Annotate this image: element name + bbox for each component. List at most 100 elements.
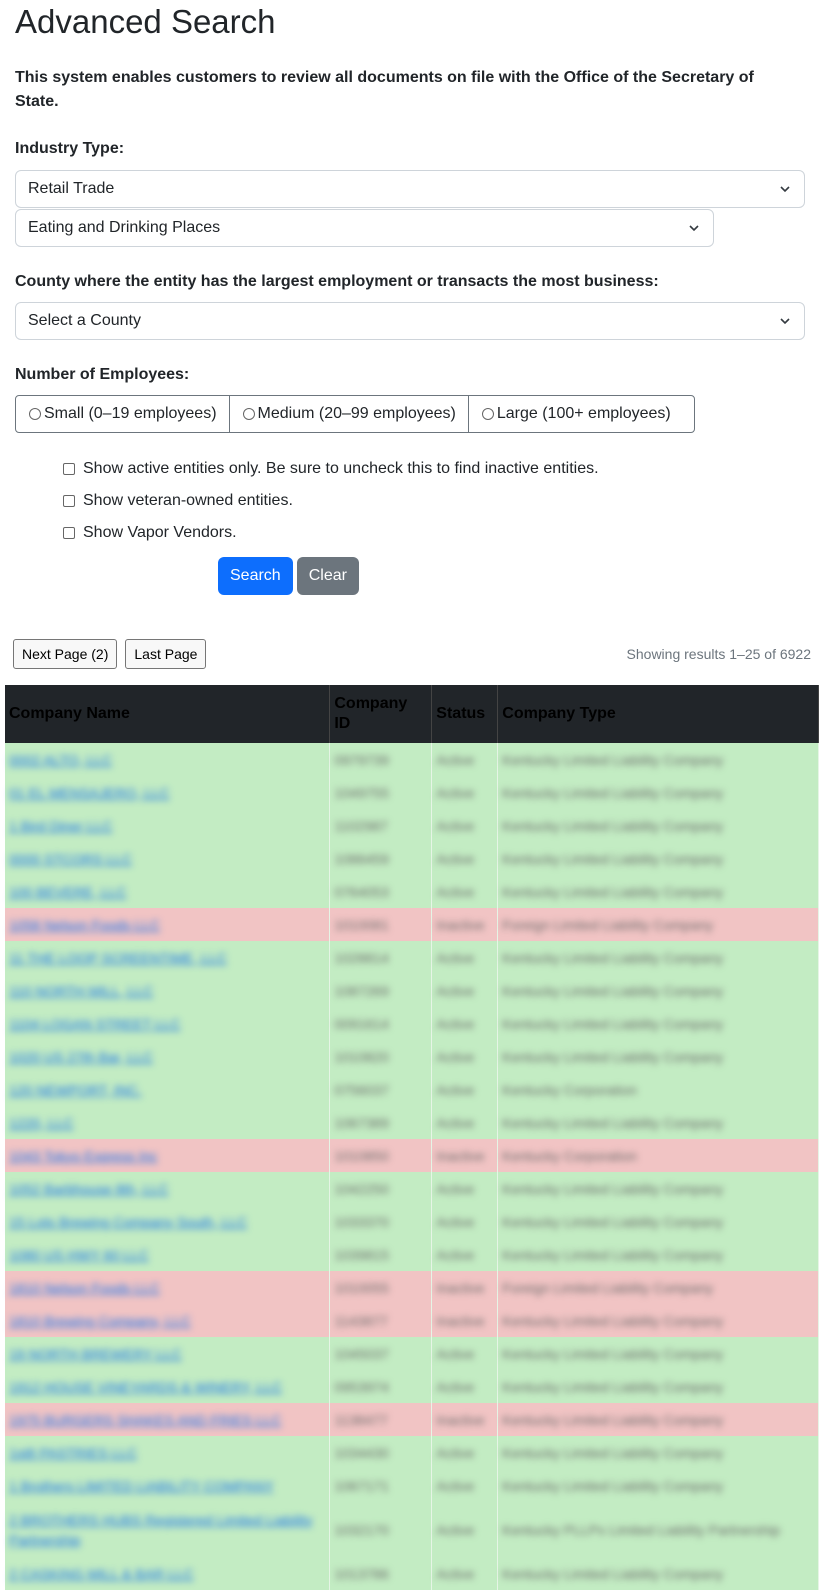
checkbox-icon[interactable] <box>63 463 75 475</box>
company-id-cell: 1034430 <box>329 1436 433 1469</box>
company-name-link[interactable]: 1 Bird Diner LLC <box>5 809 331 842</box>
status-cell: Active <box>431 1172 499 1205</box>
veteran-owned-checkbox[interactable]: Show veteran-owned entities. <box>63 485 809 517</box>
company-id-cell: 1067389 <box>329 1106 433 1139</box>
table-row: 1220, LLC 1067389 Active Kentucky Limited L… <box>5 1106 819 1139</box>
checkbox-label: Show active entities only. Be sure to un… <box>83 460 599 477</box>
employees-option-large[interactable]: Large (100+ employees) <box>469 396 683 432</box>
company-name-link[interactable]: 01 EL MENSAJERO, LLC <box>5 776 331 809</box>
company-id-cell: 1138477 <box>329 1403 433 1436</box>
table-row: 0000 STCORS LLC 1086459 Active Kentucky Lim… <box>5 842 819 875</box>
company-name-link[interactable]: 1912 HOUSE VINEYARDS & WINERY, LLC <box>5 1370 331 1403</box>
table-row: 1052 Barbhouse 8th, LLC 1042250 Active Kent… <box>5 1172 819 1205</box>
table-row: 1912 HOUSE VINEYARDS & WINERY, LLC 095397… <box>5 1370 819 1403</box>
company-type-cell: Kentucky Limited Liability Company <box>497 1557 819 1590</box>
company-name-link[interactable]: 0002 ALTO, LLC <box>5 743 331 776</box>
company-type-cell: Kentucky Limited Liability Company <box>497 809 819 842</box>
table-row: 2 BROTHERS HUBS Registered Limited Liabi… <box>5 1502 819 1557</box>
company-name-link[interactable]: 1052 Barbhouse 8th, LLC <box>5 1172 331 1205</box>
company-name-link[interactable]: 1043 Tokyo Express Inc <box>5 1139 331 1172</box>
table-row: 1 Brothers LIMITED LIABILITY COMPANY 1067… <box>5 1469 819 1502</box>
checkbox-icon[interactable] <box>63 527 75 539</box>
company-type-cell: Kentucky Limited Liability Company <box>497 1238 819 1271</box>
status-cell: Active <box>431 1370 499 1403</box>
industry-type-value: Retail Trade <box>28 180 115 197</box>
col-company-name[interactable]: Company Name <box>5 685 331 743</box>
company-name-link[interactable]: 0000 STCORS LLC <box>5 842 331 875</box>
clear-button[interactable]: Clear <box>296 557 359 595</box>
col-company-type[interactable]: Company Type <box>497 685 819 743</box>
company-type-cell: Kentucky Limited Liability Company <box>497 1370 819 1403</box>
radio-icon[interactable] <box>481 408 494 420</box>
checkbox-icon[interactable] <box>63 495 75 507</box>
company-name-link[interactable]: 1975 BURGERS SHAKES AND FRIES LLC <box>5 1403 331 1436</box>
company-name-link[interactable]: 110 NORTH MILL, LLC <box>5 974 331 1007</box>
page-title: Advanced Search <box>15 3 276 40</box>
table-row: 2 CASKING MILL & BAR LLC 1013786 Active Ken… <box>5 1557 819 1590</box>
status-cell: Active <box>431 1073 499 1106</box>
company-name-link[interactable]: 100 BEVERE, LLC <box>5 875 331 908</box>
company-name-link[interactable]: 1st8 PASTRIES LLC <box>5 1436 331 1469</box>
company-name-link[interactable]: 120 NEWPORT, INC. <box>5 1073 331 1106</box>
company-type-cell: Kentucky Limited Liability Company <box>497 1007 819 1040</box>
company-type-cell: Kentucky Limited Liability Company <box>497 743 819 776</box>
employees-option-label: Large (100+ employees) <box>496 405 671 422</box>
table-row: 1020 US 27th Bar, LLC 1010820 Active Kentuc… <box>5 1040 819 1073</box>
company-name-link[interactable]: 2 BROTHERS HUBS Registered Limited Liabi… <box>5 1502 331 1557</box>
industry-type-select[interactable]: Retail Trade <box>15 170 805 208</box>
employees-option-medium[interactable]: Medium (20–99 employees) <box>230 396 469 432</box>
table-row: 15 Lots Brewing Company South, LLC 103337… <box>5 1205 819 1238</box>
checkbox-label: Show Vapor Vendors. <box>83 524 237 541</box>
industry-subtype-value: Eating and Drinking Places <box>28 219 221 236</box>
company-name-link[interactable]: 1020 US 27th Bar, LLC <box>5 1040 331 1073</box>
status-cell: Active <box>431 1238 499 1271</box>
chevron-down-icon <box>689 225 699 232</box>
radio-icon[interactable] <box>242 408 255 420</box>
county-select[interactable]: Select a County <box>15 302 805 340</box>
company-id-cell: 1067171 <box>329 1469 433 1502</box>
company-type-cell: Kentucky PLLPs Limited Liability Partner… <box>497 1502 819 1557</box>
company-id-cell: 1049755 <box>329 776 433 809</box>
company-name-link[interactable]: 1104 LOGAN STREET LLC <box>5 1007 331 1040</box>
company-id-cell: 0091614 <box>329 1007 433 1040</box>
search-button[interactable]: Search <box>218 557 293 595</box>
county-label: County where the entity has the largest … <box>15 273 659 290</box>
company-name-link[interactable]: 1220, LLC <box>5 1106 331 1139</box>
company-name-link[interactable]: 2 CASKING MILL & BAR LLC <box>5 1557 331 1590</box>
employees-option-small[interactable]: Small (0–19 employees) <box>16 396 230 432</box>
employees-option-label: Medium (20–99 employees) <box>257 405 456 422</box>
company-name-link[interactable]: 1810 Brewing Company, LLC <box>5 1304 331 1337</box>
table-row: 1080 US HWY 60 LLC 1039815 Active Kentucky … <box>5 1238 819 1271</box>
company-name-link[interactable]: 1 Brothers LIMITED LIABILITY COMPANY <box>5 1469 331 1502</box>
last-page-button[interactable]: Last Page <box>125 639 207 669</box>
company-id-cell: 0764053 <box>329 875 433 908</box>
company-id-cell: 1143877 <box>329 1304 433 1337</box>
table-row: 100 BEVERE, LLC 0764053 Active Kentucky Lim… <box>5 875 819 908</box>
status-cell: Inactive <box>431 1139 499 1172</box>
company-type-cell: Kentucky Limited Liability Company <box>497 1040 819 1073</box>
company-id-cell: 1013786 <box>329 1557 433 1590</box>
company-name-link[interactable]: 1080 US HWY 60 LLC <box>5 1238 331 1271</box>
next-page-button[interactable]: Next Page (2) <box>13 639 118 669</box>
col-company-id[interactable]: Company ID <box>329 685 433 743</box>
company-type-cell: Kentucky Corporation <box>497 1139 819 1172</box>
company-id-cell: 1045037 <box>329 1337 433 1370</box>
status-cell: Active <box>431 809 499 842</box>
company-name-link[interactable]: 19 NORTH BREWERY LLC <box>5 1337 331 1370</box>
col-status[interactable]: Status <box>431 685 499 743</box>
table-row: 1058 Nelson Foods LLC 1010081 Inactive Fore… <box>5 908 819 941</box>
pagination-bar: Next Page (2) Last Page Showing results … <box>0 639 811 669</box>
radio-icon[interactable] <box>29 408 41 420</box>
results-count: Showing results 1–25 of 6922 <box>626 646 811 662</box>
company-id-cell: 0756037 <box>329 1073 433 1106</box>
company-name-link[interactable]: 1810 Nelson Foods LLC <box>5 1271 331 1304</box>
company-id-cell: 1086459 <box>329 842 433 875</box>
company-name-link[interactable]: 1058 Nelson Foods LLC <box>5 908 331 941</box>
company-name-link[interactable]: 11 THE LOOP SCREENTIME, LLC <box>5 941 331 974</box>
company-id-cell: 1033370 <box>329 1205 433 1238</box>
company-name-link[interactable]: 15 Lots Brewing Company South, LLC <box>5 1205 331 1238</box>
industry-subtype-select[interactable]: Eating and Drinking Places <box>15 209 714 247</box>
active-only-checkbox[interactable]: Show active entities only. Be sure to un… <box>63 453 809 485</box>
vapor-vendors-checkbox[interactable]: Show Vapor Vendors. <box>63 517 809 549</box>
company-type-cell: Foreign Limited Liability Company <box>497 1271 819 1304</box>
